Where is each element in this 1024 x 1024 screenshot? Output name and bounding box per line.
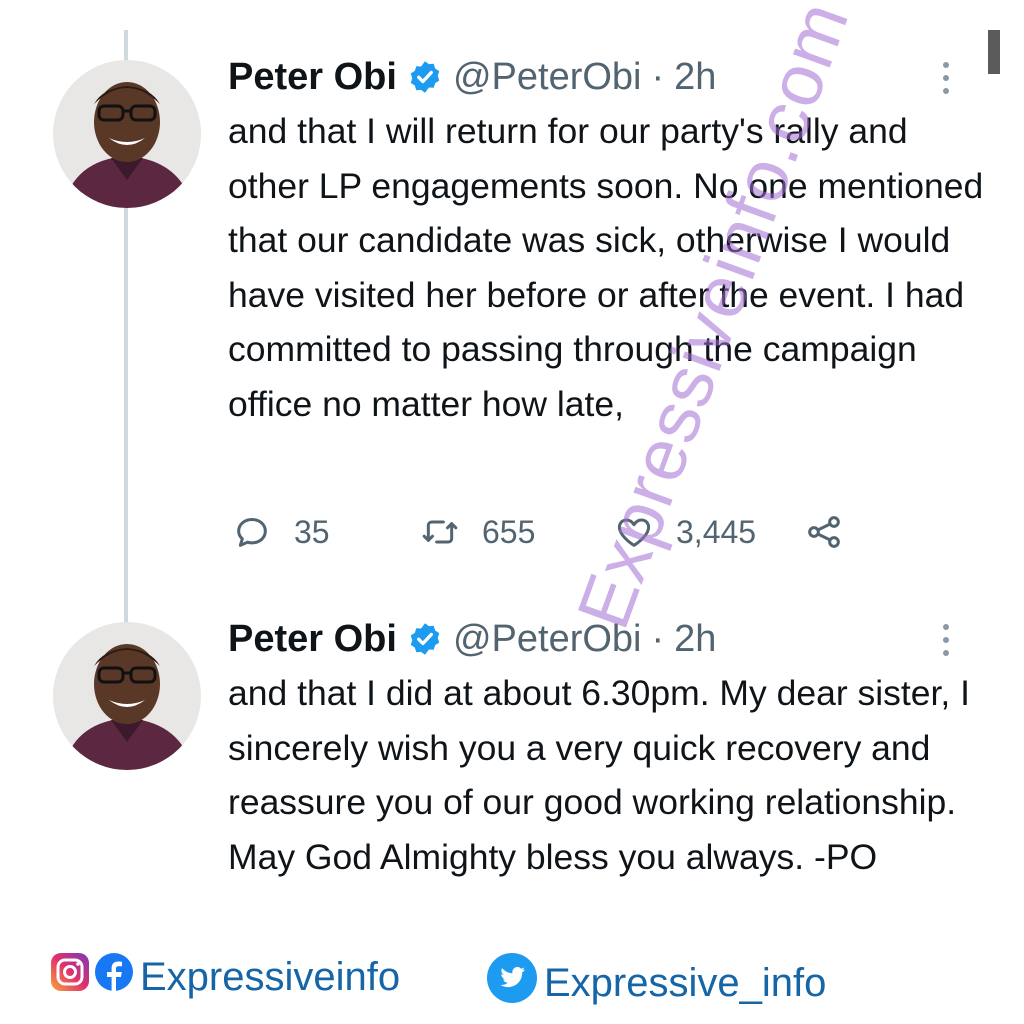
verified-badge-icon (407, 59, 443, 95)
like-count: 3,445 (676, 513, 757, 550)
twitter-bird-icon (486, 952, 538, 1014)
share-button[interactable] (804, 512, 844, 552)
verified-badge-icon (407, 621, 443, 657)
tweet-header: Peter Obi @PeterObi · 2h (228, 55, 716, 99)
facebook-icon (94, 952, 134, 1002)
timestamp[interactable]: 2h (674, 617, 716, 661)
instagram-icon (50, 952, 90, 1002)
tweet-text: and that I will return for our party's r… (228, 111, 984, 424)
reply-button[interactable]: 35 (232, 512, 330, 552)
retweet-count: 655 (482, 513, 536, 550)
retweet-icon (422, 520, 458, 544)
author-name[interactable]: Peter Obi (228, 617, 397, 661)
tweet-text: and that I did at about 6.30pm. My dear … (228, 673, 970, 877)
instagram-facebook-link[interactable]: Expressiveinfo (50, 952, 400, 1002)
author-handle[interactable]: @PeterObi (453, 55, 642, 99)
author-name[interactable]: Peter Obi (228, 55, 397, 99)
twitter-link[interactable]: Expressive_info (486, 952, 826, 1014)
more-options-icon[interactable] (936, 624, 956, 664)
instagram-facebook-label: Expressiveinfo (140, 954, 401, 999)
avatar[interactable] (53, 622, 201, 770)
share-icon (808, 516, 840, 548)
reply-count: 35 (294, 513, 330, 550)
twitter-label: Expressive_info (544, 960, 827, 1005)
retweet-button[interactable]: 655 (420, 512, 535, 552)
timestamp[interactable]: 2h (674, 55, 716, 99)
footer-social: Expressiveinfo Expressive_info (50, 952, 1010, 1012)
more-options-icon[interactable] (936, 62, 956, 102)
reply-icon (237, 518, 267, 547)
scrollbar-thumb[interactable] (988, 30, 1000, 74)
separator-dot: · (651, 618, 665, 660)
avatar[interactable] (53, 60, 201, 208)
separator-dot: · (651, 56, 665, 98)
tweet-actions: 35 655 3,445 (232, 512, 872, 562)
